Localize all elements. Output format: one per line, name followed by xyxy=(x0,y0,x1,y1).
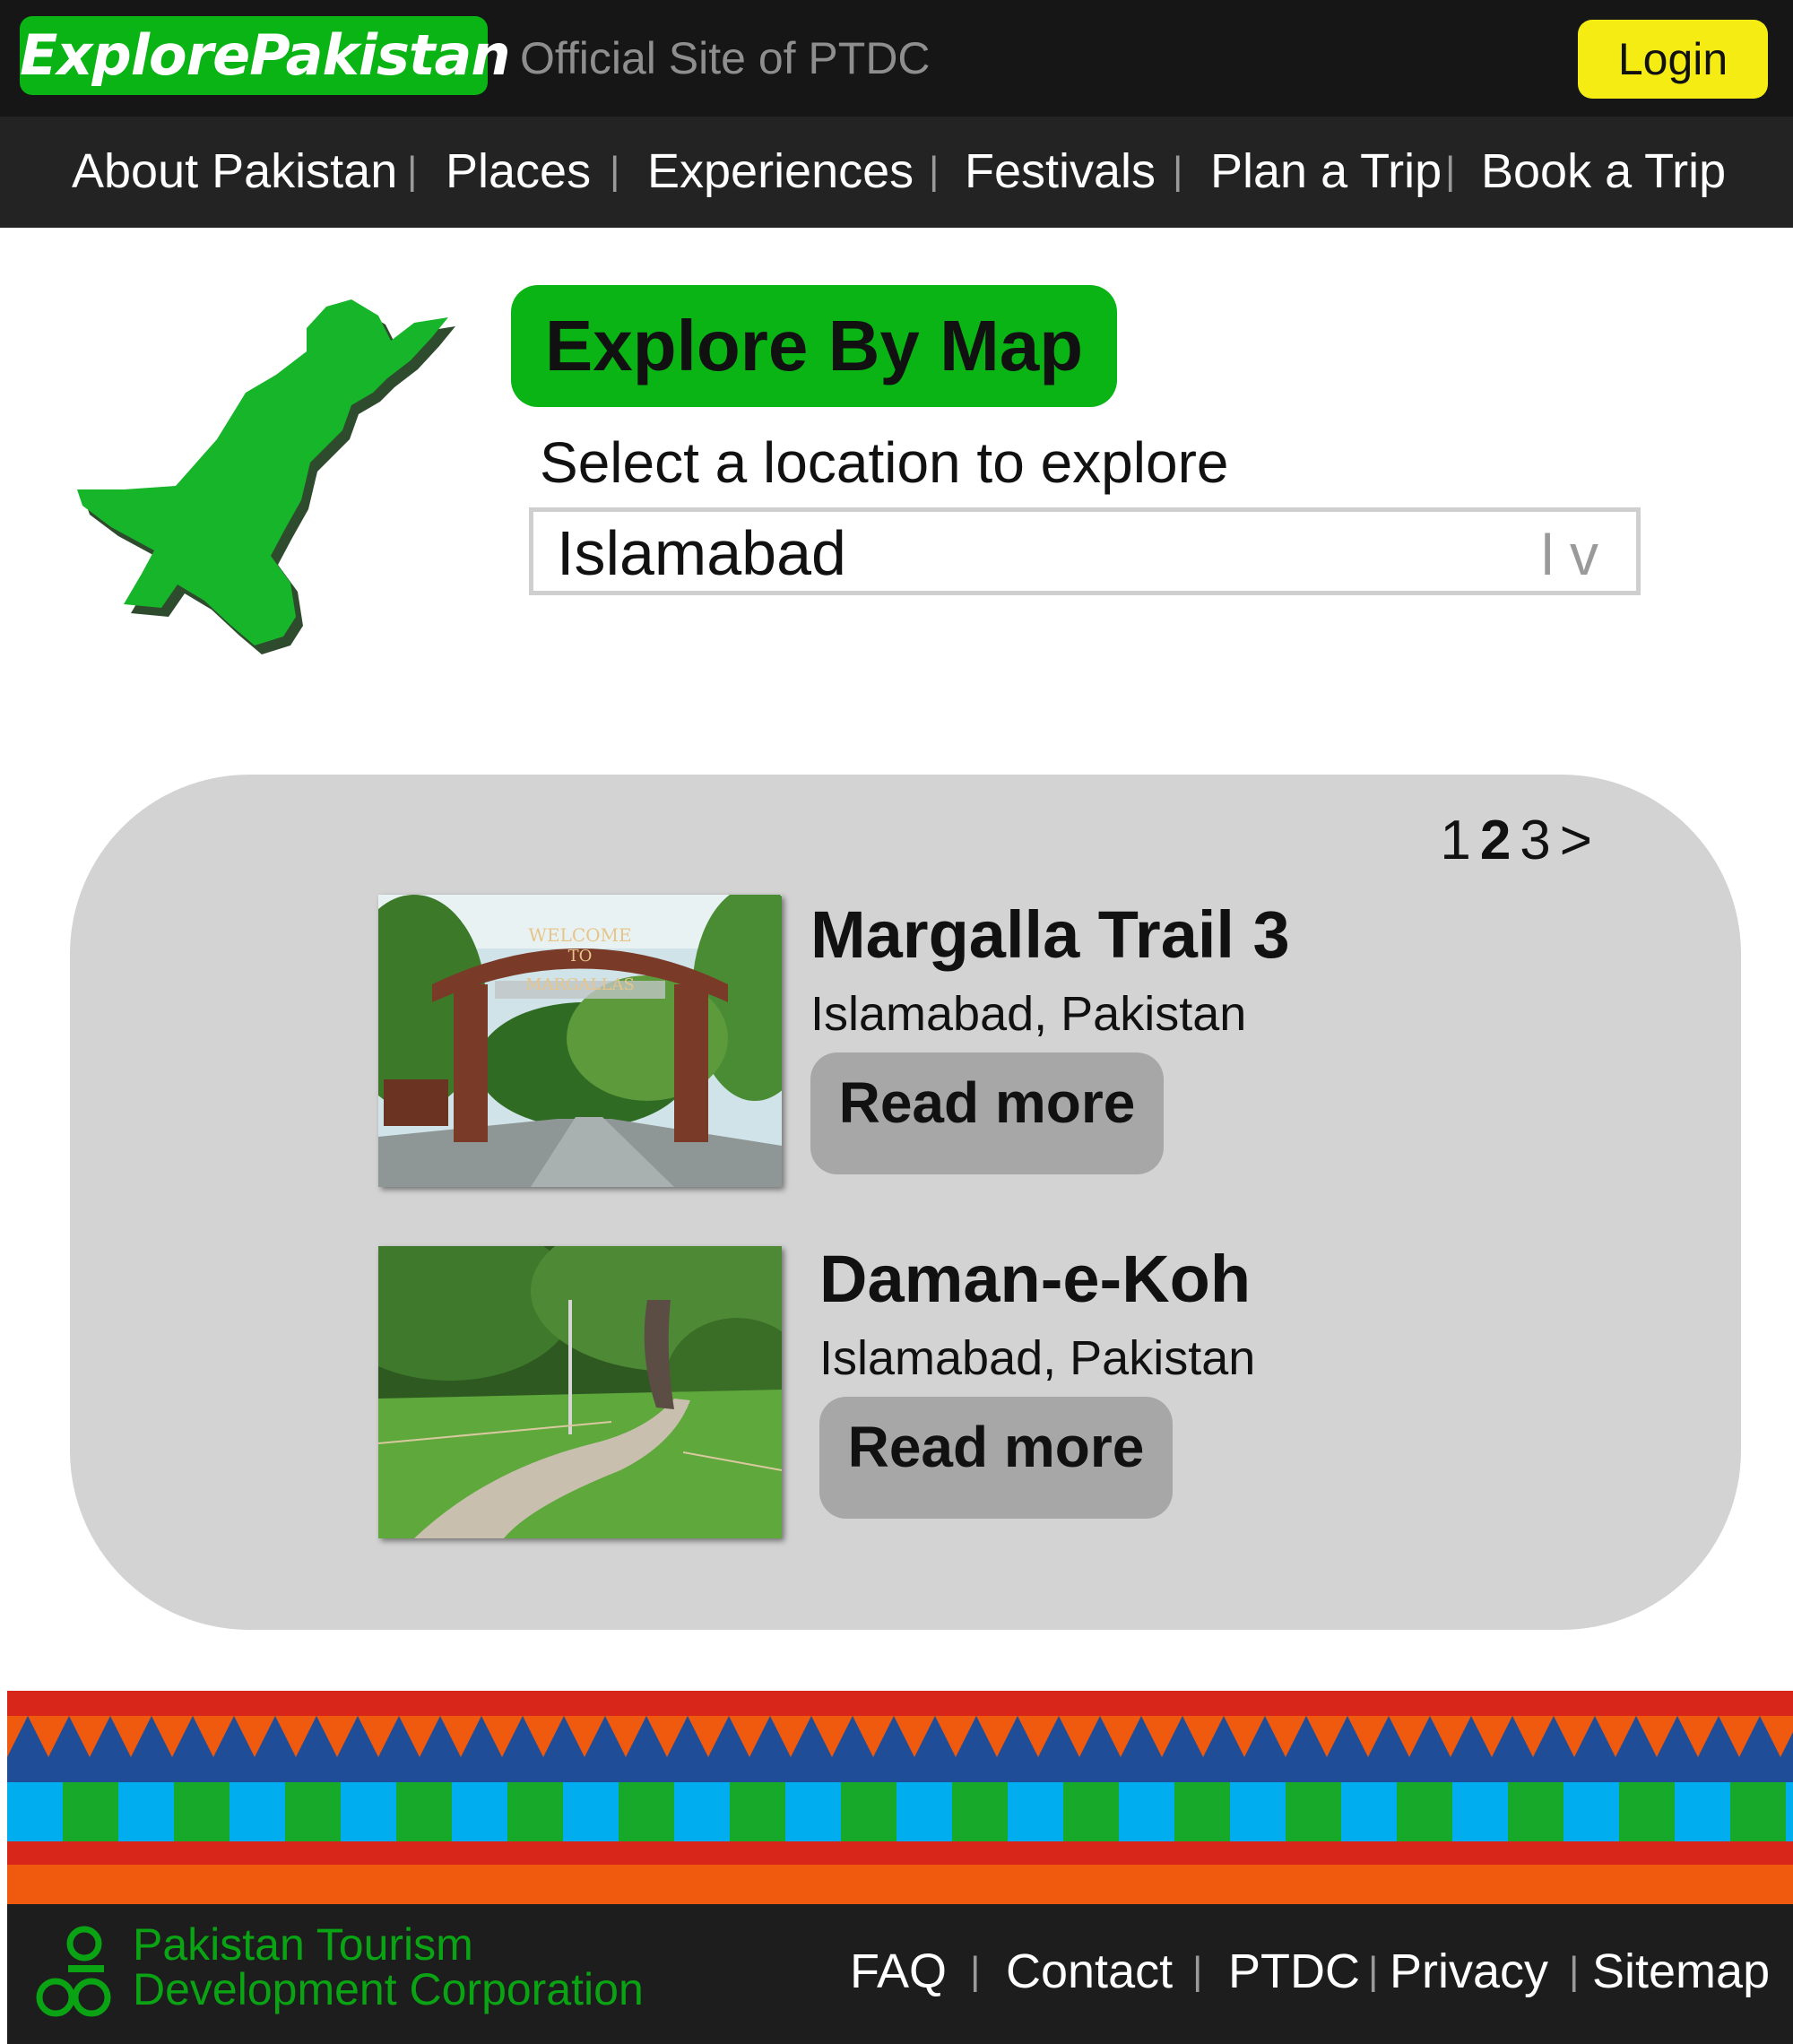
login-button[interactable]: Login xyxy=(1578,20,1768,99)
band-block xyxy=(563,1782,619,1841)
footer-separator: | xyxy=(1368,1949,1379,1993)
footer-link-privacy[interactable]: Privacy xyxy=(1390,1940,1548,2003)
ptdc-logo-icon xyxy=(36,1926,111,2017)
sign-text-margallas: MARGALLAS xyxy=(525,975,635,994)
band-stripe-orange xyxy=(7,1865,1793,1904)
band-block xyxy=(1452,1782,1508,1841)
band-block xyxy=(619,1782,674,1841)
band-block xyxy=(7,1782,63,1841)
band-block xyxy=(63,1782,118,1841)
band-block xyxy=(285,1782,341,1841)
nav-separator: | xyxy=(407,149,418,193)
band-block xyxy=(1174,1782,1230,1841)
footer-link-sitemap[interactable]: Sitemap xyxy=(1592,1940,1770,2003)
organization-name-line-2: Development Corporation xyxy=(133,1964,644,2014)
margalla-trail-image[interactable]: WELCOME TO MARGALLAS xyxy=(378,895,782,1187)
nav-separator: | xyxy=(610,149,620,193)
band-stripe-blue xyxy=(7,1757,1793,1782)
daman-e-koh-image[interactable] xyxy=(378,1246,782,1538)
band-block xyxy=(1286,1782,1341,1841)
footer-separator: | xyxy=(1569,1949,1580,1993)
chevron-down-icon[interactable]: l v xyxy=(1541,519,1598,591)
result-location: Islamabad, Pakistan xyxy=(810,987,1247,1041)
results-panel: 1 2 3 > WELCOME TO MARGALLAS Margalla Trail… xyxy=(70,775,1741,1630)
band-stripe-red xyxy=(7,1691,1793,1716)
band-block xyxy=(1341,1782,1397,1841)
footer-link-ptdc[interactable]: PTDC xyxy=(1228,1940,1360,2003)
band-block xyxy=(1119,1782,1174,1841)
band-block xyxy=(952,1782,1008,1841)
site-tagline: Official Site of PTDC xyxy=(520,33,931,83)
band-stripe-red xyxy=(7,1841,1793,1865)
band-block xyxy=(452,1782,507,1841)
decorative-pattern-band xyxy=(7,1691,1793,1904)
nav-item-places[interactable]: Places xyxy=(446,142,591,201)
location-select[interactable]: Islamabad l v xyxy=(529,507,1641,595)
band-block xyxy=(1675,1782,1730,1841)
band-block xyxy=(785,1782,841,1841)
band-block xyxy=(896,1782,952,1841)
main-nav: About Pakistan | Places | Experiences | … xyxy=(0,117,1793,228)
result-location: Islamabad, Pakistan xyxy=(819,1331,1256,1385)
band-block xyxy=(230,1782,285,1841)
result-title[interactable]: Daman-e-Koh xyxy=(819,1239,1251,1320)
page-link-1[interactable]: 1 xyxy=(1440,810,1470,871)
band-block xyxy=(1008,1782,1063,1841)
footer-separator: | xyxy=(1192,1949,1203,1993)
result-title[interactable]: Margalla Trail 3 xyxy=(810,895,1290,975)
nav-separator: | xyxy=(929,149,940,193)
band-block xyxy=(174,1782,230,1841)
nav-separator: | xyxy=(1445,149,1456,193)
band-block xyxy=(1619,1782,1675,1841)
band-block xyxy=(1508,1782,1563,1841)
organization-name: Pakistan Tourism Development Corporation xyxy=(133,1922,644,2012)
location-select-value: Islamabad xyxy=(557,518,846,588)
next-page-link[interactable]: > xyxy=(1560,810,1592,871)
explore-by-map-heading: Explore By Map xyxy=(511,285,1117,407)
read-more-button[interactable]: Read more xyxy=(810,1052,1164,1174)
band-block xyxy=(1730,1782,1786,1841)
band-block xyxy=(1563,1782,1619,1841)
footer-separator: | xyxy=(970,1949,981,1993)
nav-item-book-a-trip[interactable]: Book a Trip xyxy=(1481,142,1726,201)
pagination: 1 2 3 > xyxy=(1431,805,1592,877)
nav-item-about-pakistan[interactable]: About Pakistan xyxy=(72,142,397,201)
page-link-2-current[interactable]: 2 xyxy=(1480,810,1511,871)
footer-link-faq[interactable]: FAQ xyxy=(850,1940,947,2003)
band-block xyxy=(1786,1782,1793,1841)
band-block xyxy=(507,1782,563,1841)
site-logo[interactable]: ExplorePakistan xyxy=(20,16,511,95)
sign-text-to: TO xyxy=(568,947,593,966)
page-link-3[interactable]: 3 xyxy=(1520,810,1550,871)
nav-item-experiences[interactable]: Experiences xyxy=(647,142,914,201)
band-block xyxy=(118,1782,174,1841)
band-block xyxy=(674,1782,730,1841)
band-block xyxy=(341,1782,396,1841)
read-more-button[interactable]: Read more xyxy=(819,1397,1173,1519)
band-block xyxy=(396,1782,452,1841)
footer-link-contact[interactable]: Contact xyxy=(1006,1940,1173,2003)
nav-separator: | xyxy=(1173,149,1183,193)
location-select-label: Select a location to explore xyxy=(540,430,1229,495)
band-block xyxy=(1063,1782,1119,1841)
organization-name-line-1: Pakistan Tourism xyxy=(133,1919,473,1970)
pakistan-map-icon[interactable] xyxy=(72,287,466,681)
band-block xyxy=(1230,1782,1286,1841)
nav-item-plan-a-trip[interactable]: Plan a Trip xyxy=(1210,142,1442,201)
nav-item-festivals[interactable]: Festivals xyxy=(965,142,1156,201)
band-block xyxy=(841,1782,896,1841)
band-block xyxy=(1397,1782,1452,1841)
band-block xyxy=(730,1782,785,1841)
footer: Pakistan Tourism Development Corporation… xyxy=(7,1904,1793,2044)
sign-text-welcome: WELCOME xyxy=(528,924,631,946)
